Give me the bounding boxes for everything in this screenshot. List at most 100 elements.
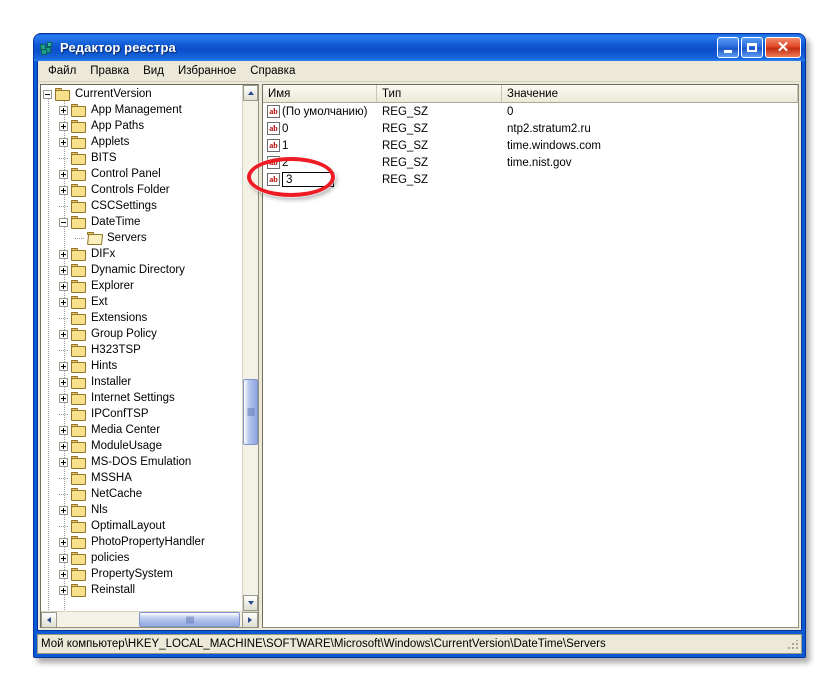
- expand-node-icon[interactable]: [59, 281, 68, 291]
- values-list[interactable]: ab (По умолчанию) REG_SZ 0 ab 0 REG_SZ ntp2.str…: [263, 103, 798, 627]
- tree-connector: [59, 205, 68, 207]
- resize-grip-icon[interactable]: [787, 640, 798, 651]
- expand-node-icon[interactable]: [59, 137, 68, 147]
- tree-scroll-track[interactable]: [243, 101, 258, 595]
- value-row[interactable]: ab 1 REG_SZ time.windows.com: [263, 137, 798, 154]
- expand-node-icon[interactable]: [59, 393, 68, 403]
- tree-node[interactable]: Hints: [41, 358, 242, 374]
- folder-icon: [71, 407, 87, 421]
- tree-node[interactable]: CSCSettings: [41, 198, 242, 214]
- expand-node-icon[interactable]: [59, 553, 68, 563]
- tree-node[interactable]: NetCache: [41, 486, 242, 502]
- registry-tree[interactable]: CurrentVersion App Management App Paths App…: [41, 85, 242, 611]
- window-titlebar: Редактор реестра ✕: [34, 34, 805, 61]
- folder-icon: [71, 247, 87, 261]
- value-row[interactable]: ab 2 REG_SZ time.nist.gov: [263, 154, 798, 171]
- collapse-node-icon[interactable]: [59, 217, 68, 227]
- tree-node[interactable]: Applets: [41, 134, 242, 150]
- expand-node-icon[interactable]: [59, 537, 68, 547]
- column-header-value[interactable]: Значение: [502, 85, 798, 102]
- maximize-button[interactable]: [741, 37, 763, 58]
- tree-node[interactable]: Dynamic Directory: [41, 262, 242, 278]
- menu-file[interactable]: Файл: [41, 63, 83, 79]
- menu-view[interactable]: Вид: [136, 63, 171, 79]
- expand-node-icon[interactable]: [59, 329, 68, 339]
- value-name-cell[interactable]: ab 0: [263, 122, 377, 135]
- tree-node[interactable]: Ext: [41, 294, 242, 310]
- menu-help[interactable]: Справка: [243, 63, 302, 79]
- tree-scroll-down-button[interactable]: [243, 595, 258, 611]
- value-name-cell[interactable]: ab 2: [263, 156, 377, 169]
- column-header-type[interactable]: Тип: [377, 85, 502, 102]
- chevron-left-icon: [47, 617, 51, 623]
- close-icon: ✕: [776, 39, 790, 56]
- column-header-name[interactable]: Имя: [263, 85, 377, 102]
- tree-node[interactable]: PropertySystem: [41, 566, 242, 582]
- tree-node[interactable]: policies: [41, 550, 242, 566]
- tree-node[interactable]: OptimalLayout: [41, 518, 242, 534]
- tree-node[interactable]: IPConfTSP: [41, 406, 242, 422]
- expand-node-icon[interactable]: [59, 169, 68, 179]
- tree-node[interactable]: App Management: [41, 102, 242, 118]
- expand-node-icon[interactable]: [59, 361, 68, 371]
- tree-node[interactable]: App Paths: [41, 118, 242, 134]
- tree-node[interactable]: Installer: [41, 374, 242, 390]
- new-value-name-edit[interactable]: 3: [282, 172, 334, 187]
- tree-node[interactable]: MS-DOS Emulation: [41, 454, 242, 470]
- collapse-node-icon[interactable]: [43, 89, 52, 99]
- tree-node-label: Applets: [91, 136, 130, 148]
- tree-hscroll-thumb[interactable]: [139, 612, 240, 627]
- expand-node-icon[interactable]: [59, 457, 68, 467]
- minimize-button[interactable]: [717, 37, 739, 58]
- tree-node[interactable]: BITS: [41, 150, 242, 166]
- tree-node[interactable]: Controls Folder: [41, 182, 242, 198]
- tree-node[interactable]: CurrentVersion: [41, 86, 242, 102]
- tree-vertical-scrollbar[interactable]: [242, 85, 258, 611]
- expand-node-icon[interactable]: [59, 425, 68, 435]
- tree-node[interactable]: Reinstall: [41, 582, 242, 598]
- minimize-icon: [724, 49, 732, 53]
- tree-scroll-left-button[interactable]: [41, 612, 57, 627]
- tree-node[interactable]: PhotoPropertyHandler: [41, 534, 242, 550]
- tree-node[interactable]: Nls: [41, 502, 242, 518]
- tree-node[interactable]: DateTime: [41, 214, 242, 230]
- value-row[interactable]: ab 3 REG_SZ: [263, 171, 798, 188]
- tree-node[interactable]: Media Center: [41, 422, 242, 438]
- content-panes: CurrentVersion App Management App Paths App…: [38, 82, 801, 630]
- tree-horizontal-scrollbar[interactable]: [41, 611, 258, 627]
- menu-favorites[interactable]: Избранное: [171, 63, 243, 79]
- expand-node-icon[interactable]: [59, 505, 68, 515]
- tree-node[interactable]: DIFx: [41, 246, 242, 262]
- expand-node-icon[interactable]: [59, 121, 68, 131]
- menu-edit[interactable]: Правка: [83, 63, 136, 79]
- tree-node[interactable]: Control Panel: [41, 166, 242, 182]
- value-name-cell[interactable]: ab (По умолчанию): [263, 105, 377, 118]
- close-button[interactable]: ✕: [765, 37, 801, 58]
- expand-node-icon[interactable]: [59, 569, 68, 579]
- expand-node-icon[interactable]: [59, 297, 68, 307]
- expand-node-icon[interactable]: [59, 377, 68, 387]
- tree-node[interactable]: Extensions: [41, 310, 242, 326]
- tree-node[interactable]: Explorer: [41, 278, 242, 294]
- value-row[interactable]: ab (По умолчанию) REG_SZ 0: [263, 103, 798, 120]
- tree-node[interactable]: H323TSP: [41, 342, 242, 358]
- tree-node[interactable]: Servers: [41, 230, 242, 246]
- tree-node[interactable]: Internet Settings: [41, 390, 242, 406]
- expand-node-icon[interactable]: [59, 249, 68, 259]
- tree-node[interactable]: Group Policy: [41, 326, 242, 342]
- value-name-cell[interactable]: ab 1: [263, 139, 377, 152]
- folder-icon: [71, 551, 87, 565]
- tree-scroll-up-button[interactable]: [243, 85, 258, 101]
- tree-scroll-right-button[interactable]: [242, 612, 258, 627]
- expand-node-icon[interactable]: [59, 585, 68, 595]
- value-row[interactable]: ab 0 REG_SZ ntp2.stratum2.ru: [263, 120, 798, 137]
- tree-node[interactable]: ModuleUsage: [41, 438, 242, 454]
- expand-node-icon[interactable]: [59, 185, 68, 195]
- expand-node-icon[interactable]: [59, 105, 68, 115]
- value-name-cell[interactable]: ab 3: [263, 172, 377, 187]
- tree-node[interactable]: MSSHA: [41, 470, 242, 486]
- tree-scroll-thumb[interactable]: [243, 379, 258, 445]
- expand-node-icon[interactable]: [59, 441, 68, 451]
- expand-node-icon[interactable]: [59, 265, 68, 275]
- tree-hscroll-track[interactable]: [57, 612, 242, 627]
